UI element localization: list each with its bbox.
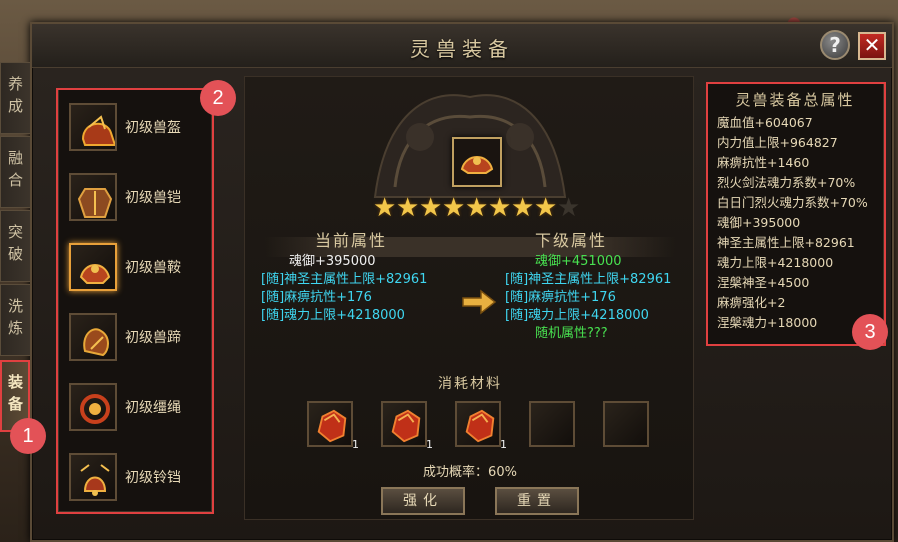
star-empty-icon: ★ — [557, 193, 581, 223]
tab-refine[interactable]: 洗炼 — [0, 284, 30, 356]
saddle-icon — [460, 156, 494, 174]
help-button[interactable]: ? — [820, 30, 850, 60]
current-attributes-header: 当前属性 — [315, 231, 388, 250]
current-attribute-line: [随]麻痹抗性+176 — [261, 290, 372, 305]
star-filled-icon: ★ — [488, 193, 512, 223]
empty-material-slot[interactable] — [603, 401, 649, 447]
star-filled-icon: ★ — [465, 193, 489, 223]
star-filled-icon: ★ — [373, 193, 397, 223]
next-attribute-line: [随]魂力上限+4218000 — [505, 308, 649, 323]
material-count: 1 — [500, 438, 507, 451]
selected-equipment-slot[interactable] — [452, 137, 502, 187]
star-filled-icon: ★ — [396, 193, 420, 223]
marker-3: 3 — [852, 314, 888, 350]
tab-fusion[interactable]: 融合 — [0, 136, 30, 208]
enhance-button[interactable]: 强化 — [381, 487, 465, 515]
consume-materials-title: 消耗材料 — [438, 376, 502, 392]
marker-2: 2 — [200, 80, 236, 116]
current-attribute-line: [随]魂力上限+4218000 — [261, 308, 405, 323]
material-count: 1 — [426, 438, 433, 451]
arrow-right-icon — [462, 289, 497, 315]
tab-nurture[interactable]: 养成 — [0, 62, 30, 134]
highlight-box-summary — [706, 82, 886, 346]
next-attribute-line: 随机属性??? — [535, 326, 608, 341]
tab-breakthrough[interactable]: 突破 — [0, 210, 30, 282]
star-filled-icon: ★ — [511, 193, 535, 223]
reset-button[interactable]: 重置 — [495, 487, 579, 515]
current-attribute-line: [随]神圣主属性上限+82961 — [261, 272, 428, 287]
material-slot[interactable]: 1 — [455, 401, 507, 451]
enhance-panel: ★ ★ ★ ★ ★ ★ ★ ★ ★ 当前属性 下级属性 魂御+395000 [随]神圣主属性上限+… — [244, 76, 694, 520]
star-filled-icon: ★ — [534, 193, 558, 223]
marker-1: 1 — [10, 418, 46, 454]
ore-icon — [391, 409, 421, 443]
ore-icon — [465, 409, 495, 443]
ore-icon — [317, 409, 347, 443]
highlight-box-list — [56, 88, 214, 514]
material-slot[interactable]: 1 — [307, 401, 359, 451]
next-attribute-line: [随]麻痹抗性+176 — [505, 290, 616, 305]
next-attribute-line: [随]神圣主属性上限+82961 — [505, 272, 672, 287]
next-attributes-header: 下级属性 — [535, 231, 608, 250]
star-filled-icon: ★ — [419, 193, 443, 223]
window-title: 灵兽装备 — [410, 37, 514, 61]
star-filled-icon: ★ — [442, 193, 466, 223]
next-attribute-line: 魂御+451000 — [535, 254, 622, 269]
empty-material-slot[interactable] — [529, 401, 575, 447]
current-attribute-line: 魂御+395000 — [289, 254, 376, 269]
success-rate: 成功概率：60% — [423, 465, 517, 480]
material-count: 1 — [352, 438, 359, 451]
title-bar: 灵兽装备 ? ✕ — [32, 24, 892, 68]
material-slot[interactable]: 1 — [381, 401, 433, 451]
close-button[interactable]: ✕ — [858, 32, 886, 60]
